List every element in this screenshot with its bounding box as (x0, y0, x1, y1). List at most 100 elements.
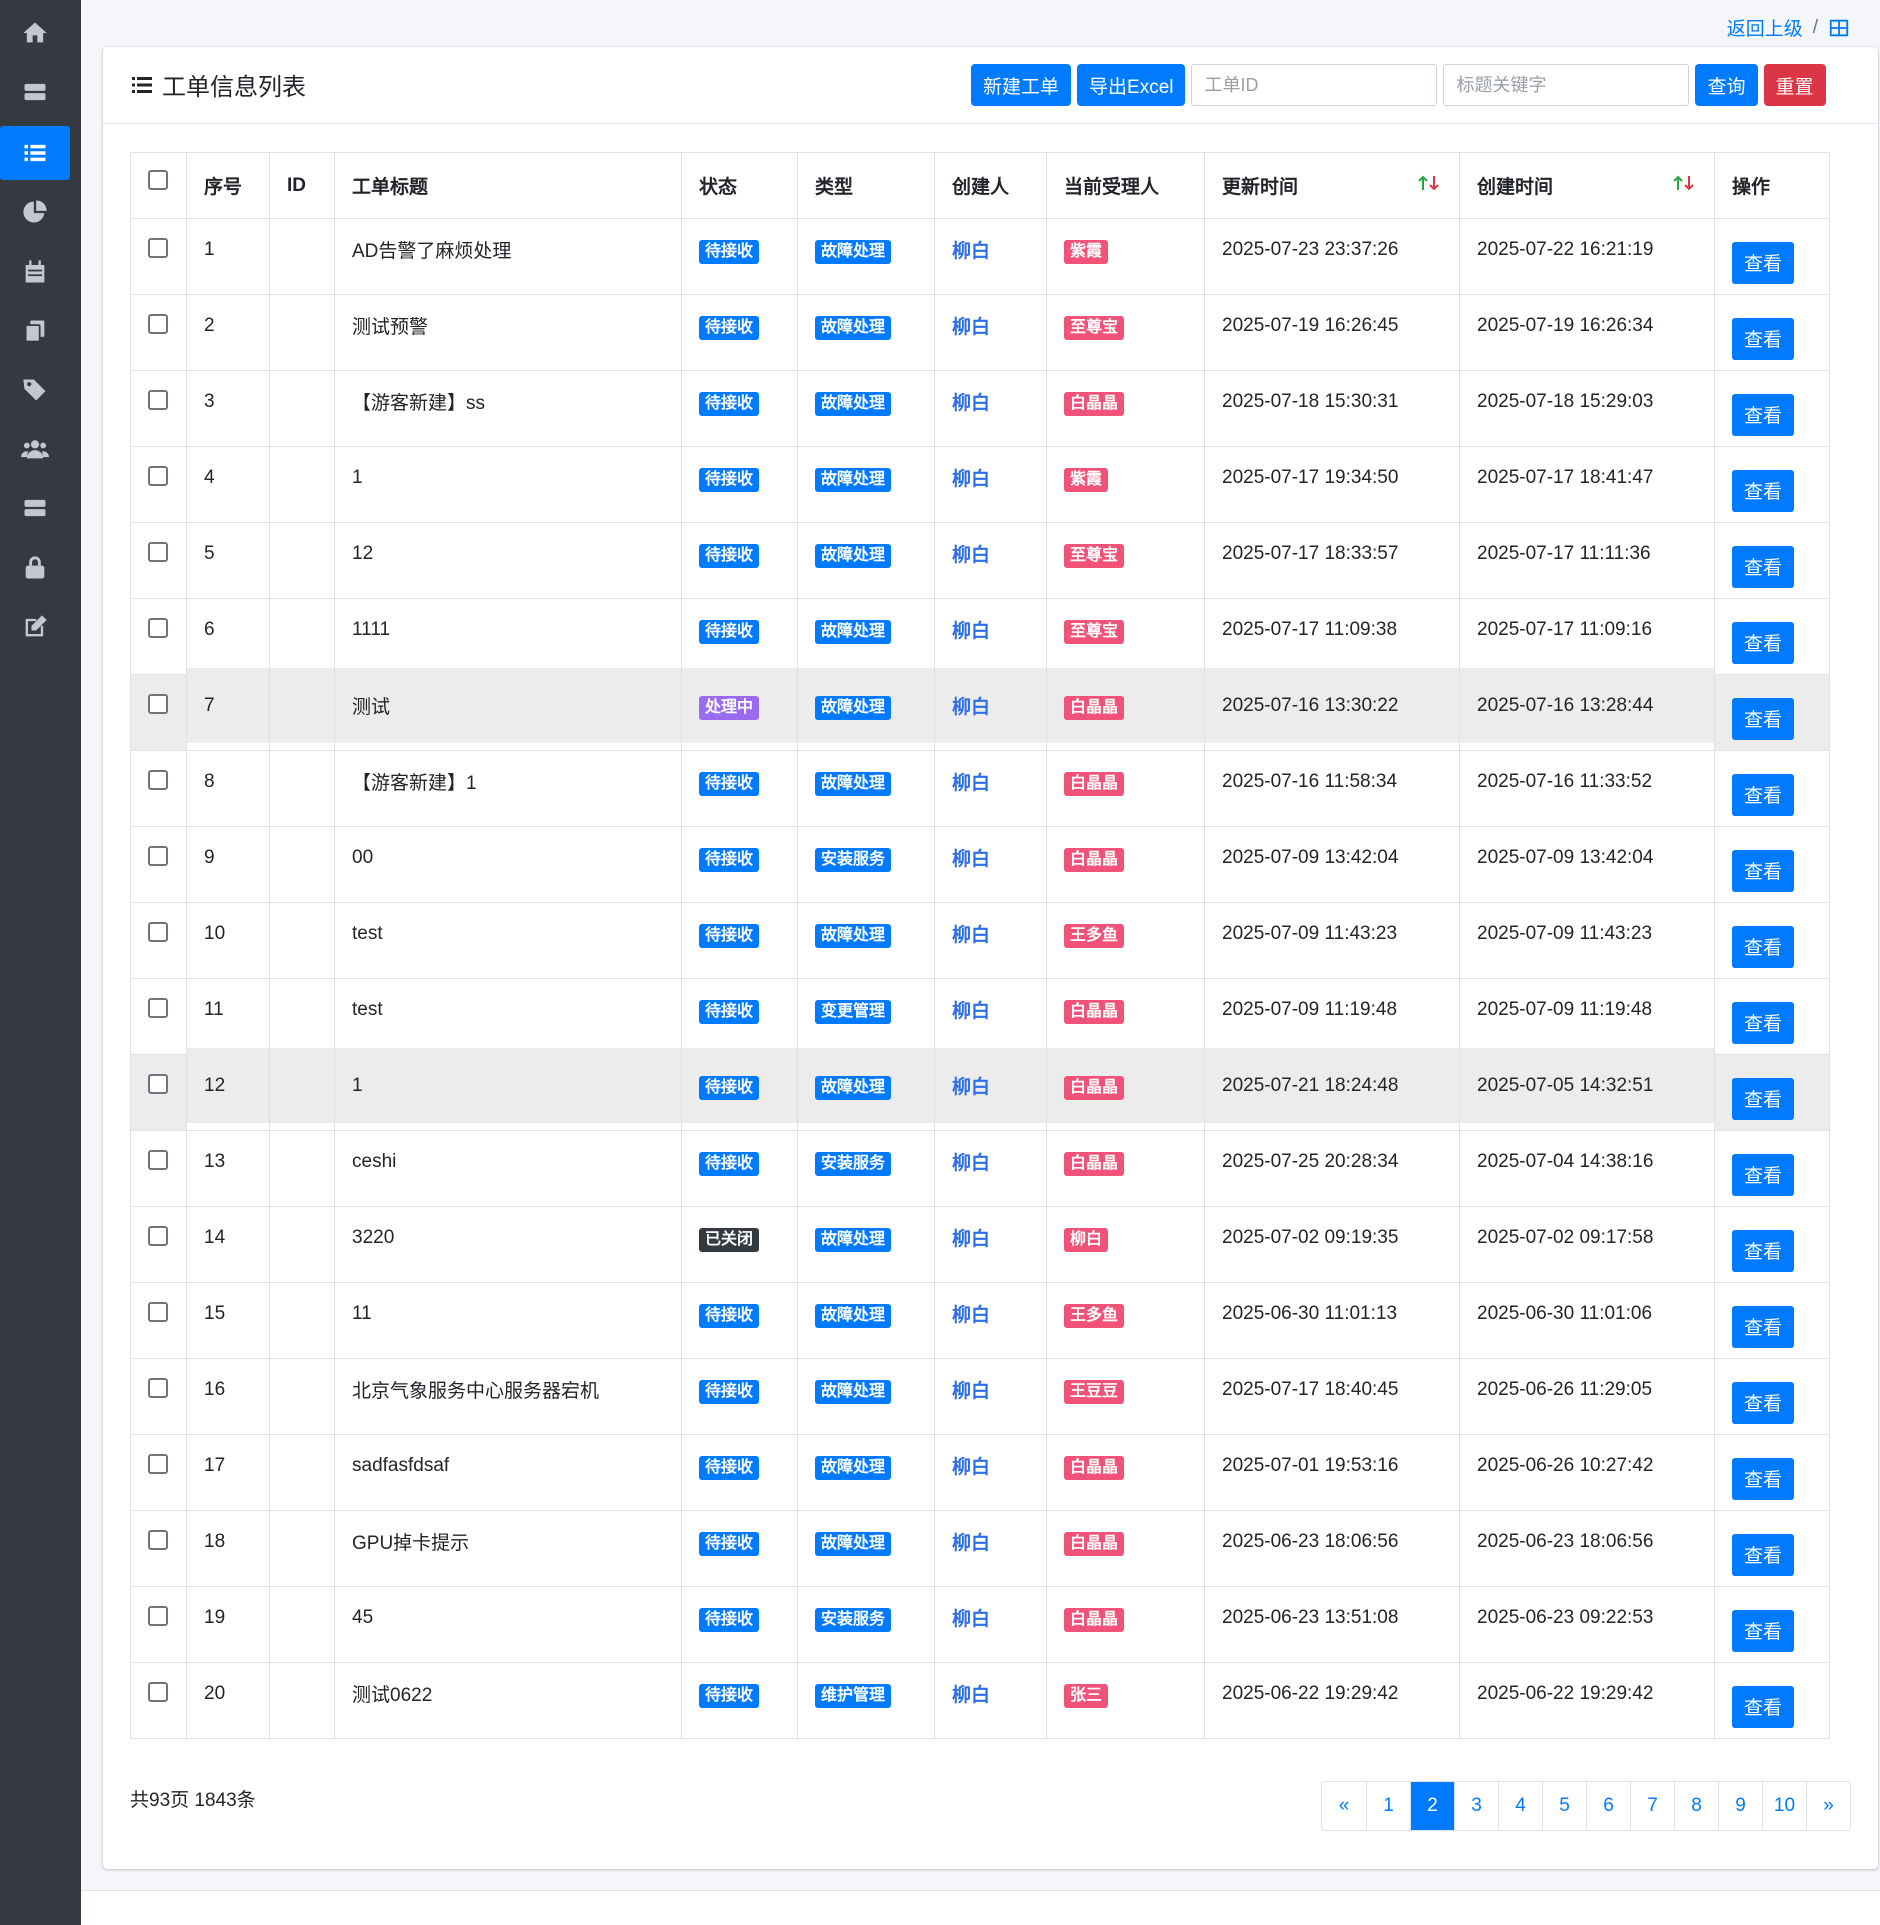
sidebar-item-copy[interactable] (0, 304, 70, 358)
sidebar-item-home[interactable] (0, 6, 70, 60)
view-button[interactable]: 查看 (1732, 1077, 1794, 1120)
row-checkbox[interactable] (148, 1681, 168, 1702)
row-checkbox[interactable] (148, 1073, 168, 1094)
row-no: 5 (186, 515, 270, 592)
view-button[interactable]: 查看 (1732, 773, 1794, 816)
pagination-page[interactable]: 9 (1718, 1782, 1762, 1830)
ticket-id-input[interactable] (1191, 64, 1438, 106)
row-type-cell: 故障处理 (797, 515, 935, 592)
view-button[interactable]: 查看 (1732, 849, 1794, 892)
pagination-page[interactable]: 5 (1542, 1782, 1586, 1830)
select-all-checkbox[interactable] (148, 169, 168, 190)
row-title: 【游客新建】ss (334, 363, 682, 440)
row-updated: 2025-07-16 11:58:34 (1204, 743, 1460, 820)
row-checkbox[interactable] (148, 1301, 168, 1322)
view-button[interactable]: 查看 (1732, 1609, 1794, 1652)
row-checkbox[interactable] (148, 237, 168, 258)
status-badge: 待接收 (699, 543, 760, 568)
row-checkbox[interactable] (148, 465, 168, 486)
sidebar-item-list[interactable] (0, 126, 70, 180)
view-button[interactable]: 查看 (1732, 241, 1794, 284)
row-checkbox[interactable] (148, 617, 168, 638)
row-checkbox[interactable] (148, 1605, 168, 1626)
view-button[interactable]: 查看 (1732, 1229, 1794, 1272)
view-button[interactable]: 查看 (1732, 1685, 1794, 1728)
row-checkbox[interactable] (148, 1453, 168, 1474)
row-checkbox[interactable] (148, 997, 168, 1018)
row-checkbox[interactable] (148, 845, 168, 866)
pagination-page[interactable]: 7 (1630, 1782, 1674, 1830)
row-title: 北京气象服务中心服务器宕机 (334, 1351, 682, 1428)
row-id (269, 667, 335, 744)
pagination-prev[interactable]: « (1322, 1782, 1366, 1830)
row-checkbox[interactable] (148, 1149, 168, 1170)
sort-created-icon[interactable] (1671, 172, 1697, 194)
sidebar-item-lock[interactable] (0, 541, 70, 595)
pagination-page[interactable]: 2 (1410, 1782, 1454, 1830)
sort-updated-icon[interactable] (1416, 172, 1442, 194)
row-checkbox[interactable] (148, 541, 168, 562)
status-badge: 待接收 (699, 391, 760, 416)
export-excel-button[interactable]: 导出Excel (1077, 64, 1186, 106)
row-checkbox[interactable] (148, 769, 168, 790)
search-button[interactable]: 查询 (1695, 64, 1758, 106)
view-button[interactable]: 查看 (1732, 1533, 1794, 1576)
view-button[interactable]: 查看 (1732, 1457, 1794, 1500)
row-creator-cell: 柳白 (934, 1503, 1047, 1580)
row-checkbox[interactable] (148, 1225, 168, 1246)
sidebar-item-edit[interactable] (0, 600, 70, 654)
pagination-page[interactable]: 6 (1586, 1782, 1630, 1830)
assignee-badge: 王多鱼 (1064, 923, 1125, 948)
row-assignee-cell: 张三 (1046, 1655, 1205, 1732)
pagination-page[interactable]: 3 (1454, 1782, 1498, 1830)
row-checkbox[interactable] (148, 1377, 168, 1398)
view-button[interactable]: 查看 (1732, 1153, 1794, 1196)
row-checkbox[interactable] (148, 389, 168, 410)
reset-button[interactable]: 重置 (1763, 64, 1826, 106)
pagination-page[interactable]: 10 (1762, 1782, 1806, 1830)
row-creator-cell: 柳白 (934, 1047, 1047, 1124)
pagination-page[interactable]: 8 (1674, 1782, 1718, 1830)
row-status-cell: 待接收 (681, 1123, 798, 1200)
view-button[interactable]: 查看 (1732, 1305, 1794, 1348)
row-checkbox[interactable] (148, 1529, 168, 1550)
sidebar-item-chart[interactable] (0, 185, 70, 239)
view-button[interactable]: 查看 (1732, 545, 1794, 588)
sidebar-item-users[interactable] (0, 422, 70, 476)
title-keyword-input[interactable] (1443, 64, 1690, 106)
row-select-cell (130, 826, 187, 903)
row-title: 测试预警 (334, 287, 682, 364)
row-title: 测试 (334, 667, 682, 744)
grid-icon[interactable] (1828, 17, 1850, 39)
sidebar-item-tags[interactable] (0, 363, 70, 417)
row-status-cell: 待接收 (681, 971, 798, 1048)
pagination-next[interactable]: » (1806, 1782, 1850, 1830)
row-checkbox[interactable] (148, 693, 168, 714)
view-button[interactable]: 查看 (1732, 925, 1794, 968)
col-header-updated[interactable]: 更新时间 (1204, 152, 1460, 219)
new-ticket-button[interactable]: 新建工单 (971, 64, 1072, 106)
row-type-cell: 安装服务 (797, 819, 935, 896)
status-badge: 待接收 (699, 239, 760, 264)
back-link[interactable]: 返回上级 (1727, 14, 1803, 41)
row-checkbox[interactable] (148, 921, 168, 942)
view-button[interactable]: 查看 (1732, 469, 1794, 512)
pagination-page[interactable]: 1 (1366, 1782, 1410, 1830)
view-button[interactable]: 查看 (1732, 1001, 1794, 1044)
row-status-cell: 待接收 (681, 591, 798, 668)
sidebar-item-database[interactable] (0, 481, 70, 535)
row-updated: 2025-07-17 11:09:38 (1204, 591, 1460, 668)
col-header-created[interactable]: 创建时间 (1459, 152, 1715, 219)
sidebar-item-server[interactable] (0, 65, 70, 119)
row-status-cell: 待接收 (681, 743, 798, 820)
view-button[interactable]: 查看 (1732, 621, 1794, 664)
sidebar-item-calendar[interactable] (0, 245, 70, 299)
creator-name: 柳白 (952, 1077, 991, 1098)
view-button[interactable]: 查看 (1732, 1381, 1794, 1424)
view-button[interactable]: 查看 (1732, 317, 1794, 360)
view-button[interactable]: 查看 (1732, 697, 1794, 740)
pagination-page[interactable]: 4 (1498, 1782, 1542, 1830)
row-checkbox[interactable] (148, 313, 168, 334)
view-button[interactable]: 查看 (1732, 393, 1794, 436)
row-title: 3220 (334, 1199, 682, 1276)
